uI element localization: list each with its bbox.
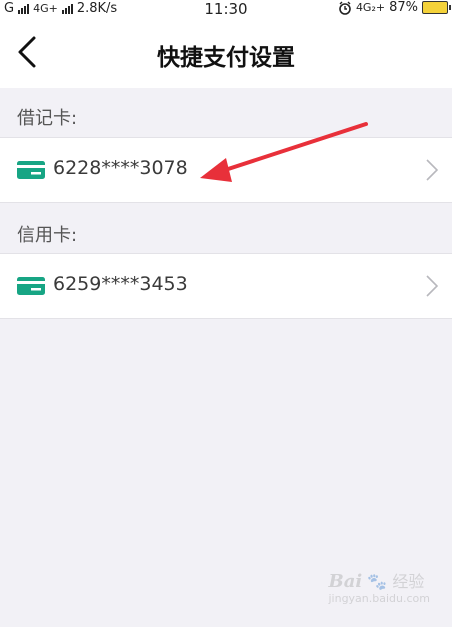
debit-card-row[interactable]: 6228****3078: [0, 137, 452, 203]
credit-section-label: 信用卡:: [17, 225, 78, 246]
watermark-logo: Bai: [328, 571, 363, 592]
bank-card-icon: [17, 161, 45, 179]
back-button[interactable]: [14, 34, 44, 70]
chevron-right-icon: [426, 159, 438, 181]
watermark: Bai 🐾 经验 jingyan.baidu.com: [328, 568, 430, 605]
status-bar: G 4G+ 2.8K/s 11:30 4G₂+ 87%: [0, 0, 452, 18]
battery-percent: 87%: [389, 0, 418, 15]
debit-section-label: 借记卡:: [17, 108, 78, 129]
page-title: 快捷支付设置: [157, 45, 295, 71]
paw-icon: 🐾: [367, 572, 388, 591]
watermark-url: jingyan.baidu.com: [328, 592, 430, 605]
bank-card-icon: [17, 277, 45, 295]
chevron-left-icon: [18, 36, 36, 68]
debit-card-number: 6228****3078: [53, 157, 188, 179]
alarm-icon: [339, 1, 351, 15]
watermark-logo2: 经验: [392, 572, 425, 591]
credit-card-number: 6259****3453: [53, 273, 188, 295]
nav-bar: 快捷支付设置: [0, 18, 452, 88]
network-right-label: 4G₂+: [355, 1, 386, 14]
status-right: 4G₂+ 87%: [338, 0, 451, 15]
battery-icon: [422, 1, 451, 14]
chevron-right-icon: [426, 275, 438, 297]
credit-card-row[interactable]: 6259****3453: [0, 253, 452, 319]
